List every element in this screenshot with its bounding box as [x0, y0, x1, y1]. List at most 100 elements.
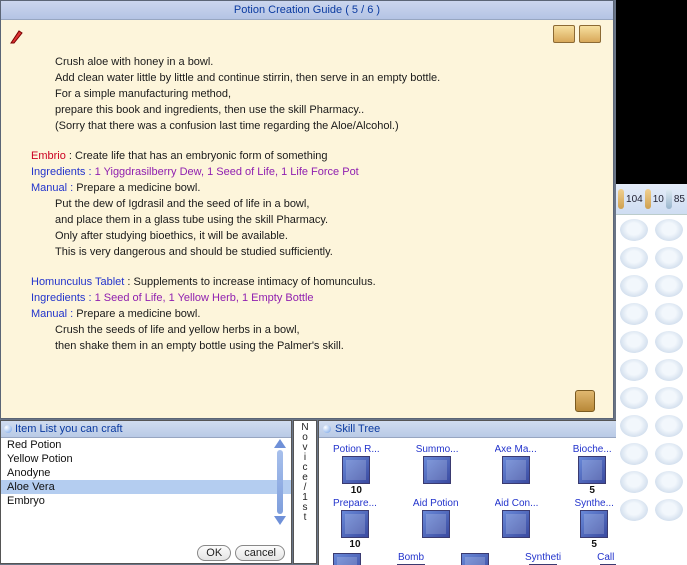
scrollbar[interactable]: [273, 439, 287, 525]
guide-text: prepare this book and ingredients, then …: [55, 102, 595, 118]
inventory-slot[interactable]: [620, 247, 648, 269]
next-page-icon[interactable]: [579, 25, 601, 43]
craft-item-list-window: Item List you can craft Red Potion Yello…: [0, 420, 292, 564]
skill-icon[interactable]: [342, 456, 370, 484]
item-count: 85: [674, 194, 685, 205]
class-tab[interactable]: N o v i c e / 1 s t: [293, 420, 317, 564]
manual-line: This is very dangerous and should be stu…: [55, 244, 595, 260]
skill-level: 5: [573, 485, 612, 496]
scroll-down-icon[interactable]: [274, 516, 286, 525]
skill-slot[interactable]: [461, 552, 489, 565]
skill-name: Aid Con...: [495, 498, 539, 509]
list-item[interactable]: Embryo: [1, 494, 291, 508]
guide-body: Crush aloe with honey in a bowl. Add cle…: [1, 20, 613, 362]
inventory-slot[interactable]: [620, 415, 648, 437]
skill-name: Synthe...: [574, 498, 613, 509]
bottle-icon[interactable]: [666, 189, 672, 209]
page-nav-icons: [553, 25, 601, 43]
inventory-slot[interactable]: [655, 415, 683, 437]
prev-page-icon[interactable]: [553, 25, 575, 43]
manual-label: Manual :: [31, 182, 76, 194]
item-icon[interactable]: [618, 189, 624, 209]
skill-slot[interactable]: Potion R...10: [333, 444, 380, 496]
skill-slot[interactable]: Axe Ma...: [495, 444, 537, 496]
skill-slot[interactable]: Prepare... 10: [333, 498, 377, 550]
skill-slot[interactable]: Synthe... 5: [574, 498, 613, 550]
skill-name: Syntheti: [525, 552, 561, 563]
ingredients-label: Ingredients :: [31, 166, 95, 178]
inventory-slot[interactable]: [620, 387, 648, 409]
skill-slot[interactable]: Aid Potion: [413, 498, 459, 550]
skill-slot[interactable]: Summo...: [416, 444, 459, 496]
skill-level: 10: [333, 485, 380, 496]
skill-icon[interactable]: [502, 510, 530, 538]
inventory-slot[interactable]: [655, 471, 683, 493]
inventory-slot[interactable]: [655, 331, 683, 353]
recipe-desc: : Create life that has an embryonic form…: [66, 150, 328, 162]
manual-line: Prepare a medicine bowl.: [76, 308, 200, 320]
guide-text: (Sorry that there was a confusion last t…: [55, 118, 595, 134]
skill-level: 10: [333, 539, 377, 550]
skill-slot[interactable]: [333, 552, 361, 565]
inventory-slot[interactable]: [620, 359, 648, 381]
skill-icon[interactable]: [423, 456, 451, 484]
manual-line: and place them in a glass tube using the…: [55, 212, 595, 228]
inventory-slot[interactable]: [620, 219, 648, 241]
inventory-slot[interactable]: [655, 303, 683, 325]
skill-level: 5: [574, 539, 613, 550]
strip-char: t: [304, 513, 307, 523]
manual-line: Prepare a medicine bowl.: [76, 182, 200, 194]
scroll-up-icon[interactable]: [274, 439, 286, 448]
inventory-slot[interactable]: [655, 499, 683, 521]
skill-icon[interactable]: [341, 510, 369, 538]
inventory-slot[interactable]: [655, 219, 683, 241]
list-item[interactable]: Red Potion: [1, 438, 291, 452]
skill-slot[interactable]: Bioche... 5: [573, 444, 612, 496]
cancel-button[interactable]: cancel: [235, 545, 285, 561]
item-icon[interactable]: [645, 189, 651, 209]
bag-icon[interactable]: [575, 390, 595, 412]
list-item[interactable]: Anodyne: [1, 466, 291, 480]
skill-icon[interactable]: [422, 510, 450, 538]
inventory-slot[interactable]: [655, 275, 683, 297]
inventory-slot[interactable]: [655, 359, 683, 381]
inventory-slot[interactable]: [620, 275, 648, 297]
skill-name: Bomb: [397, 552, 425, 563]
inventory-slot[interactable]: [620, 303, 648, 325]
inventory-slot[interactable]: [655, 247, 683, 269]
list-item[interactable]: Yellow Potion: [1, 452, 291, 466]
inventory-slots: [616, 215, 687, 521]
skill-name: Bioche...: [573, 444, 612, 455]
skill-icon[interactable]: [580, 510, 608, 538]
skill-icon[interactable]: [502, 456, 530, 484]
guide-text: Add clean water little by little and con…: [55, 70, 595, 86]
inventory-slot[interactable]: [620, 443, 648, 465]
list-item[interactable]: Aloe Vera: [1, 480, 291, 494]
skill-slot[interactable]: Aid Con...: [495, 498, 539, 550]
item-list: Red Potion Yellow Potion Anodyne Aloe Ve…: [1, 438, 291, 530]
inventory-slot[interactable]: [655, 443, 683, 465]
manual-line: Crush the seeds of life and yellow herbs…: [55, 322, 595, 338]
recipe-section: Embrio : Create life that has an embryon…: [31, 148, 595, 260]
manual-label: Manual :: [31, 308, 76, 320]
skill-icon[interactable]: [333, 553, 361, 565]
skill-slot[interactable]: Syntheti5: [525, 552, 561, 565]
skill-name: Prepare...: [333, 498, 377, 509]
skill-name: Axe Ma...: [495, 444, 537, 455]
skill-name: Aid Potion: [413, 498, 459, 509]
window-title[interactable]: Potion Creation Guide ( 5 / 6 ): [1, 1, 613, 20]
ingredients: 1 Seed of Life, 1 Yellow Herb, 1 Empty B…: [95, 292, 314, 304]
manual-line: Put the dew of Igdrasil and the seed of …: [55, 196, 595, 212]
item-list-header[interactable]: Item List you can craft: [1, 421, 291, 438]
inventory-slot[interactable]: [620, 471, 648, 493]
scroll-thumb[interactable]: [277, 450, 283, 514]
inventory-slot[interactable]: [620, 331, 648, 353]
item-count: 104: [626, 194, 643, 205]
recipe-section: Homunculus Tablet : Supplements to incre…: [31, 274, 595, 354]
skill-icon[interactable]: [461, 553, 489, 565]
skill-slot[interactable]: Bomb: [397, 552, 425, 565]
inventory-slot[interactable]: [620, 499, 648, 521]
skill-icon[interactable]: [578, 456, 606, 484]
ok-button[interactable]: OK: [197, 545, 231, 561]
inventory-slot[interactable]: [655, 387, 683, 409]
